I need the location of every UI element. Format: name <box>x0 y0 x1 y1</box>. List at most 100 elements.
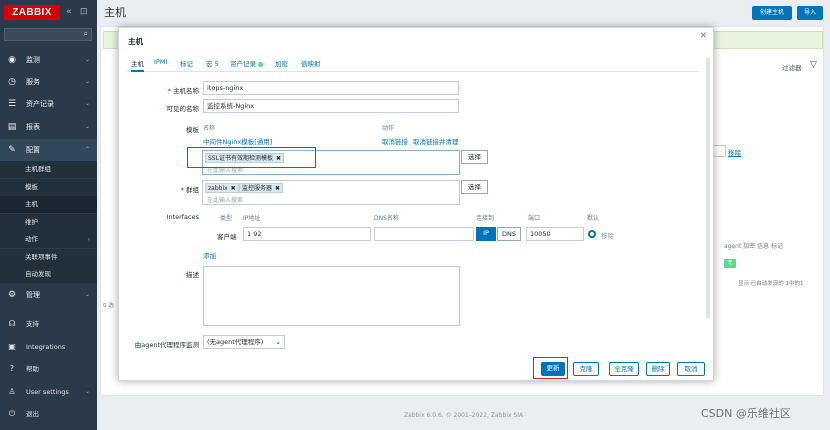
chart-icon: ▤ <box>7 122 17 132</box>
collapse-icon[interactable]: « <box>66 7 72 17</box>
nav-support[interactable]: ☊ 支持 <box>0 313 97 335</box>
wrench-icon: ✎ <box>8 145 16 155</box>
highlight-box <box>533 357 568 379</box>
remove-chip-icon[interactable]: ✖ <box>231 184 236 194</box>
tab-host[interactable]: 主机 <box>131 58 144 72</box>
groups-label: * 群组 <box>180 186 199 194</box>
select-group-button[interactable]: 选择 <box>461 180 488 194</box>
sub-templates[interactable]: 模板 <box>0 179 97 196</box>
visible-name-input[interactable]: 监控系统-Nginx <box>203 99 459 113</box>
nav-monitoring[interactable]: ◉ 监测 ⌄ <box>0 49 97 71</box>
host-name-input[interactable]: itops-nginx <box>203 81 459 95</box>
bg-shown-count: 显示 已自动发现的 1中的1 <box>738 281 804 287</box>
group-chip-label: 监控服务器 <box>242 185 273 192</box>
group-chip-label: zabbix <box>208 185 228 192</box>
remove-chip-icon[interactable]: ✖ <box>275 184 280 194</box>
footer: Zabbix 6.0.6. © 2001–2022, Zabbix SIA <box>404 412 524 419</box>
description-label: 描述 <box>186 271 199 279</box>
host-name-label: * 主机名称 <box>167 87 199 95</box>
list-icon: ☰ <box>7 99 17 109</box>
cancel-button[interactable]: 取消 <box>677 362 705 376</box>
sub-hosts[interactable]: 主机 <box>0 196 97 213</box>
templates-col-name: 名称 <box>203 125 216 132</box>
if-col-connect: 连接到 <box>476 215 495 222</box>
connect-dns-button[interactable]: DNS <box>497 227 521 241</box>
sub-host-groups[interactable]: 主机群组 <box>0 161 97 178</box>
bg-table-header: agent 加密 信息 标记 <box>724 243 784 250</box>
unlink-clear-link[interactable]: 取消链接并清理 <box>413 136 459 146</box>
add-interface-link[interactable]: 添加 <box>203 250 216 260</box>
remove-interface-link[interactable]: 移除 <box>601 230 614 240</box>
delete-button[interactable]: 删除 <box>646 362 670 376</box>
power-icon: ⏻ <box>8 409 16 418</box>
interface-port-input[interactable]: 10050 <box>526 227 584 241</box>
nav-sign-out[interactable]: ⏻ 退出 <box>0 403 97 425</box>
if-col-ip: IP地址 <box>243 215 261 222</box>
description-textarea[interactable] <box>203 266 460 326</box>
proxy-select-value: (无agent代理程序) <box>207 338 264 346</box>
nav-configuration[interactable]: ✎ 配置 ⌃ <box>0 139 97 161</box>
nav-inventory[interactable]: ☰ 资产记录 ⌄ <box>0 93 97 115</box>
zabbix-logo[interactable]: ZABBIX <box>4 5 60 20</box>
templates-label: 模板 <box>186 126 199 134</box>
nav-administration[interactable]: ⚙ 管理 ⌄ <box>0 284 97 306</box>
full-clone-button[interactable]: 全克隆 <box>609 362 639 376</box>
highlight-box <box>187 147 316 168</box>
interface-type: 客户端 <box>217 233 237 241</box>
create-host-button[interactable]: 创建主机 <box>752 6 792 20</box>
default-radio[interactable] <box>588 230 596 238</box>
filter-icon[interactable]: ▽ <box>810 60 817 70</box>
dialog-title: 主机 <box>128 37 143 46</box>
import-button[interactable]: 导入 <box>797 6 823 20</box>
nav-services[interactable]: ◷ 服务 ⌄ <box>0 71 97 93</box>
clock-icon: ◷ <box>8 77 16 87</box>
sub-actions[interactable]: 动作 › <box>0 231 97 248</box>
if-col-type: 类型 <box>220 215 233 222</box>
headset-icon: ☊ <box>8 319 16 328</box>
group-chip: zabbix ✖ <box>205 183 239 193</box>
user-icon: ♙ <box>8 387 16 396</box>
interface-ip-input[interactable]: 1 92 <box>243 227 371 241</box>
group-chip: 监控服务器 ✖ <box>239 183 284 194</box>
clone-button[interactable]: 克隆 <box>573 362 599 376</box>
if-col-default: 默认 <box>587 215 600 222</box>
tab-macros[interactable]: 宏 5 <box>206 58 219 68</box>
connect-ip-button[interactable]: IP <box>476 227 496 241</box>
linked-template-link[interactable]: 中间件Nginx模板[通用] <box>203 136 272 146</box>
nav-reports[interactable]: ▤ 报表 ⌄ <box>0 116 97 138</box>
tab-encryption[interactable]: 加密 <box>275 58 288 68</box>
nav-integrations[interactable]: ▣ Integrations <box>0 336 97 358</box>
sidebar: ZABBIX « ⊡ ⌕ ◉ 监测 ⌄ ◷ 服务 ⌄ ☰ 资产记录 ⌄ ▤ 报表 ⌄ ✎ 配置 ⌃ … <box>0 0 97 430</box>
sub-event-correlation[interactable]: 关联项事件 <box>0 249 97 266</box>
filter-tab[interactable]: 过滤器 <box>782 62 802 72</box>
host-edit-dialog: 主机 ✕ 主机 IPMI 标记 宏 5 资产记录 加密 值映射 * 主机名称 i… <box>118 27 714 381</box>
sub-discovery[interactable]: 自动发现 <box>0 266 97 283</box>
tab-value-mapping[interactable]: 值映射 <box>301 58 321 68</box>
watermark: CSDN @乐维社区 <box>701 407 791 420</box>
page-title: 主机 <box>104 6 126 19</box>
select-template-button[interactable]: 选择 <box>461 150 488 164</box>
bg-remove-link[interactable]: 移除 <box>728 147 741 157</box>
nav-user-settings[interactable]: ♙ User settings ⌄ <box>0 381 97 403</box>
close-icon[interactable]: ✕ <box>699 31 707 41</box>
integrations-icon: ▣ <box>8 342 16 351</box>
nav-help[interactable]: ? 帮助 <box>0 358 97 380</box>
sidebar-search-input[interactable]: ⌕ <box>4 28 92 41</box>
tab-tags[interactable]: 标记 <box>180 58 193 68</box>
dialog-tabs: 主机 IPMI 标记 宏 5 资产记录 加密 值映射 <box>127 58 699 72</box>
sub-maintenance[interactable]: 维护 <box>0 214 97 231</box>
bg-selected-count: 0 选 <box>103 303 114 309</box>
status-dot <box>258 61 263 67</box>
kiosk-icon[interactable]: ⊡ <box>80 7 88 17</box>
group-multiselect[interactable]: zabbix ✖ 监控服务器 ✖ 在此输入搜索 <box>202 180 460 205</box>
interface-dns-input[interactable] <box>374 227 474 241</box>
tab-ipmi[interactable]: IPMI <box>154 58 167 66</box>
templates-col-action: 动作 <box>382 125 395 132</box>
interfaces-label: Interfaces <box>166 213 200 221</box>
unlink-link[interactable]: 取消链接 <box>382 136 408 146</box>
proxy-select[interactable]: (无agent代理程序) ⌄ <box>203 335 285 349</box>
tab-inventory[interactable]: 资产记录 <box>230 58 263 68</box>
search-icon[interactable]: ⌕ <box>84 29 88 39</box>
dialog-scrollbar[interactable] <box>706 58 710 318</box>
visible-name-label: 可见的名称 <box>166 105 200 113</box>
